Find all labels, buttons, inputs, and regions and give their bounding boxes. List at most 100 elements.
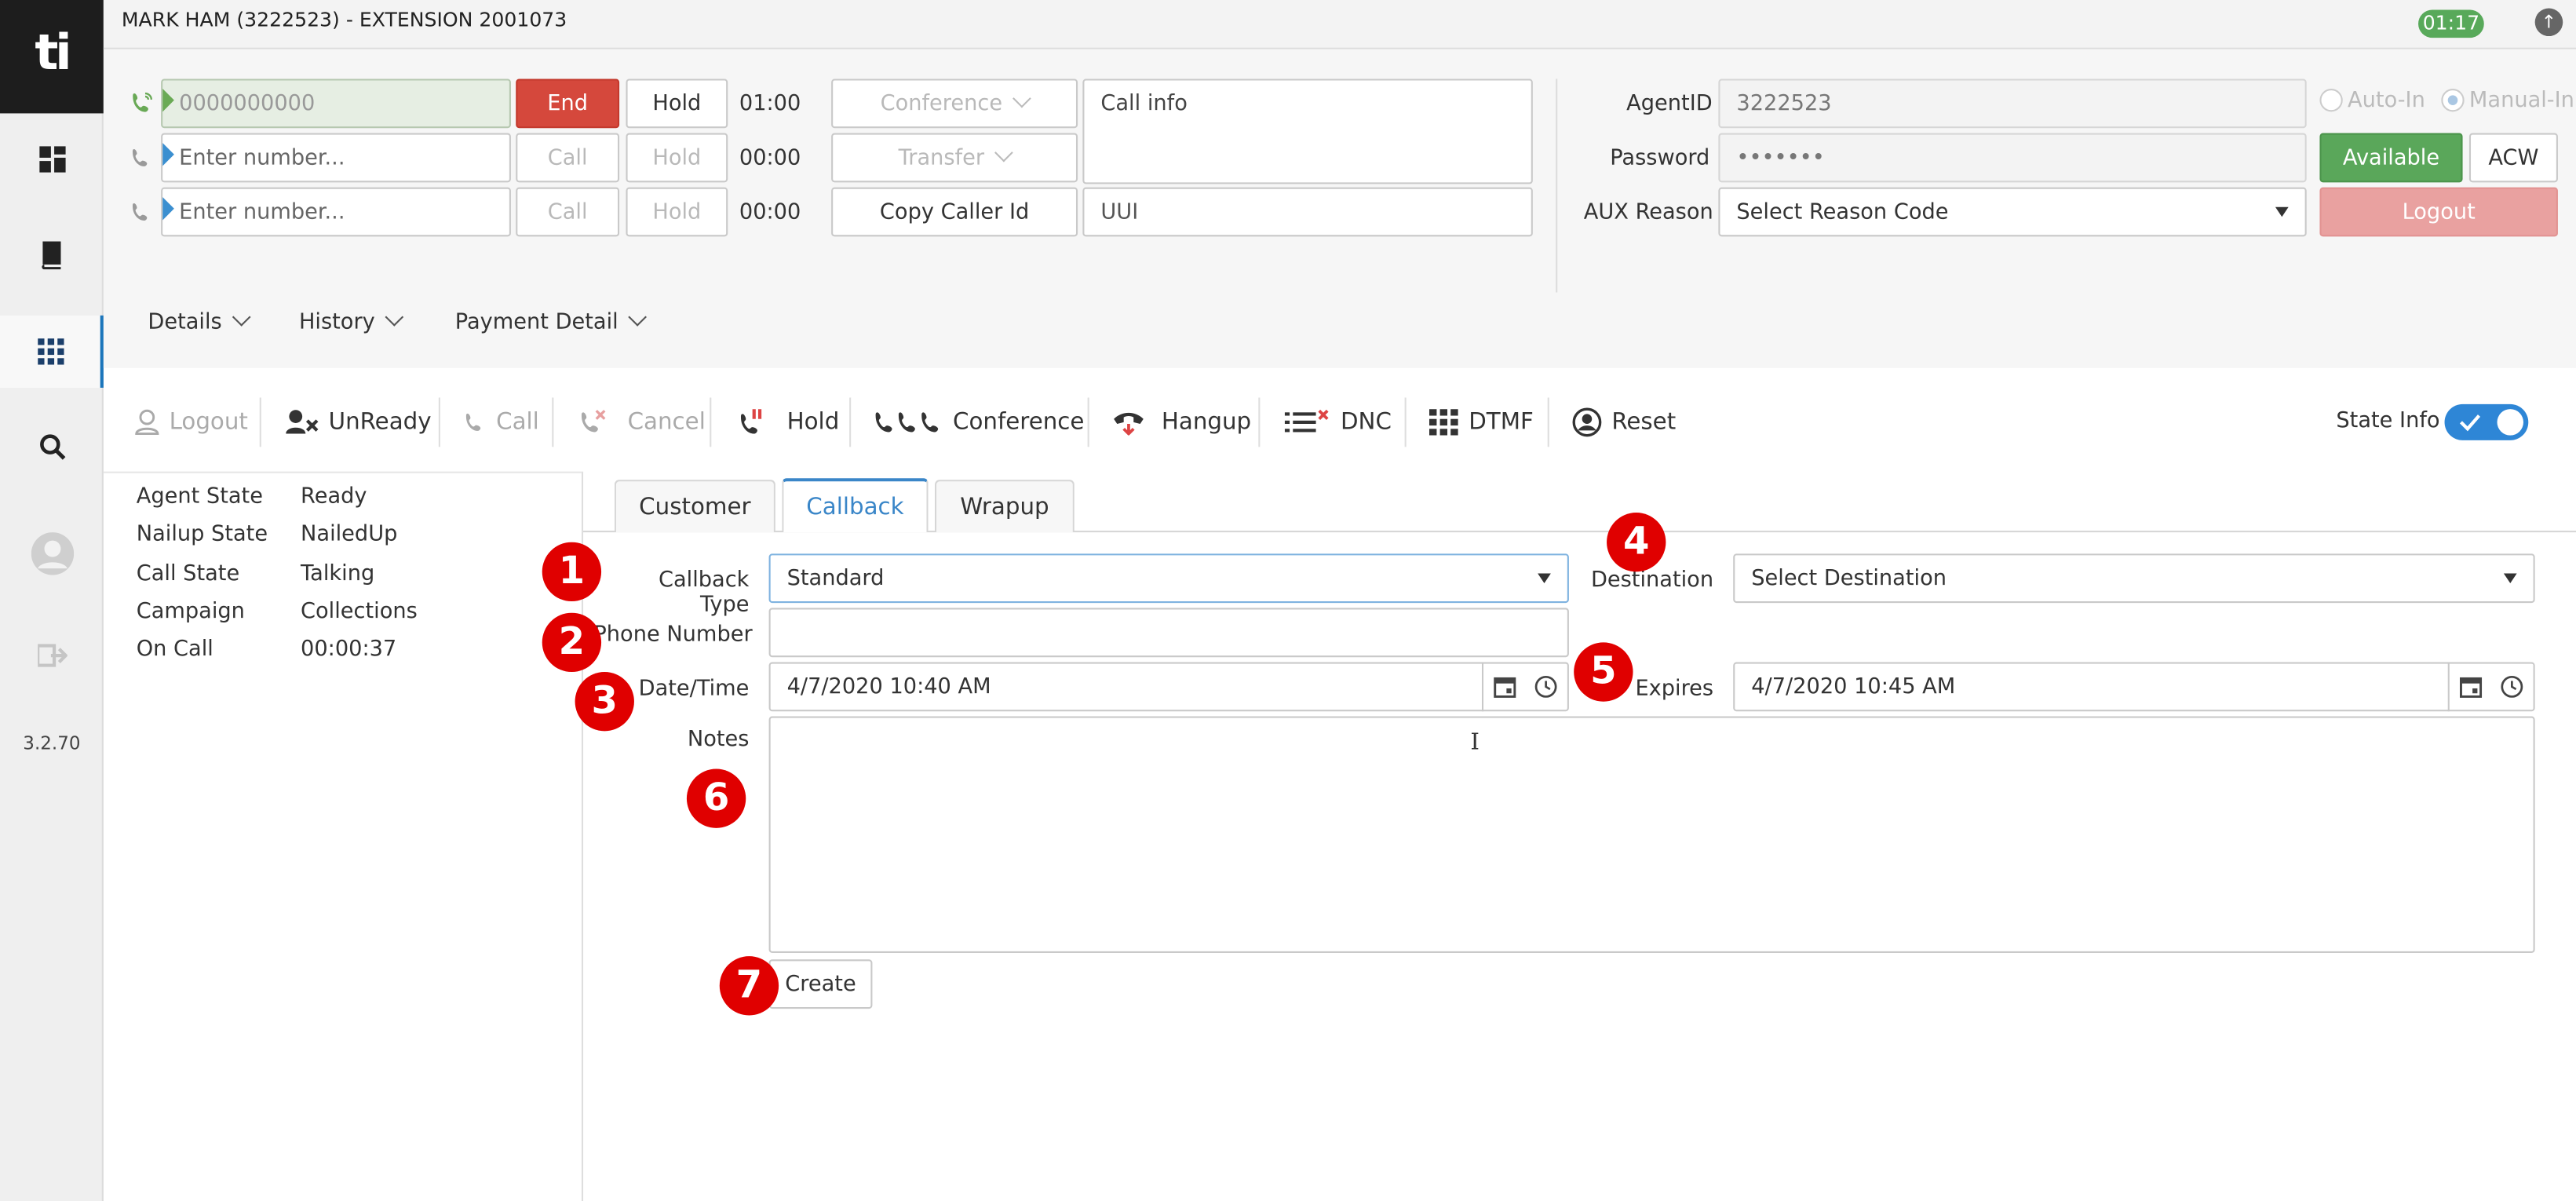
clock-icon[interactable] [2501, 675, 2523, 698]
sidebar-item-exit[interactable] [0, 619, 104, 692]
toolbar-logout-button[interactable]: Logout [135, 386, 248, 458]
callback-type-select[interactable]: Standard [768, 553, 1569, 604]
aux-reason-select[interactable]: Select Reason Code [1718, 187, 2307, 237]
line3-number-input[interactable]: Enter number... [161, 187, 511, 237]
password-field[interactable]: ••••••• [1718, 133, 2307, 183]
state-info-toggle[interactable] [2444, 403, 2529, 440]
line-indicator-icon [162, 143, 174, 166]
arrow-up-icon[interactable]: ↑ [2534, 8, 2563, 37]
uui-placeholder: UUI [1100, 199, 1139, 225]
callout-1: 1 [542, 542, 602, 602]
chevron-down-icon [1013, 89, 1032, 108]
tab-wrapup[interactable]: Wrapup [934, 480, 1075, 533]
caret-down-icon [1538, 573, 1551, 584]
manual-in-radio[interactable] [2441, 89, 2465, 112]
phone-number-label: Phone Number [593, 622, 753, 648]
toolbar-separator [1547, 397, 1549, 447]
tab-customer[interactable]: Customer [614, 480, 775, 533]
tab-callback[interactable]: Callback [782, 478, 929, 533]
phone-icon [130, 200, 152, 230]
hangup-icon [1114, 412, 1144, 436]
line3-call-button[interactable]: Call [516, 187, 620, 237]
apps-grid-icon [37, 338, 64, 365]
toolbar-hold-button[interactable]: Hold [738, 386, 839, 458]
expires-input[interactable]: 4/7/2020 10:45 AM [1733, 662, 2535, 712]
end-call-button[interactable]: End [516, 78, 620, 129]
clock-icon[interactable] [1534, 675, 1557, 698]
toolbar-dnc-button[interactable]: DNC [1284, 386, 1392, 458]
acw-button[interactable]: ACW [2468, 133, 2558, 183]
toolbar-hangup-button[interactable]: Hangup [1112, 386, 1251, 458]
history-menu[interactable]: History [298, 308, 404, 335]
sidebar-item-apps[interactable] [0, 315, 104, 388]
caret-down-icon [2275, 206, 2289, 217]
manual-in-label: Manual-In [2468, 89, 2574, 114]
notes-label: Notes [687, 728, 750, 753]
callout-3: 3 [575, 672, 634, 732]
phone-ringing-icon [130, 90, 154, 122]
toolbar-call-button[interactable]: Call [463, 386, 539, 458]
chevron-down-icon [629, 308, 648, 327]
line2-call-button[interactable]: Call [516, 133, 620, 183]
chevron-down-icon [994, 143, 1014, 162]
line3-placeholder: Enter number... [179, 199, 345, 225]
auto-in-radio[interactable] [2319, 89, 2343, 112]
callout-7: 7 [719, 956, 779, 1016]
calendar-icon[interactable] [1494, 675, 1516, 698]
chevron-down-icon [232, 308, 251, 327]
line2-hold-button[interactable]: Hold [626, 133, 728, 183]
conference-dropdown[interactable]: Conference [831, 78, 1078, 129]
notes-textarea[interactable] [768, 716, 2535, 953]
toolbar-dtmf-button[interactable]: DTMF [1428, 386, 1534, 458]
toolbar-dtmf-label: DTMF [1469, 409, 1534, 436]
phone-icon [130, 146, 152, 176]
line1-timer: 01:00 [739, 92, 801, 117]
create-button[interactable]: Create [768, 959, 873, 1009]
on-call-value: 00:00:37 [301, 637, 397, 663]
copy-caller-id-button[interactable]: Copy Caller Id [831, 187, 1078, 237]
transfer-dropdown[interactable]: Transfer [831, 133, 1078, 183]
agent-logout-button[interactable]: Logout [2319, 187, 2558, 237]
toolbar-conference-button[interactable]: Conference [874, 386, 1084, 458]
sidebar-item-dashboard[interactable] [0, 123, 104, 195]
unready-button[interactable]: UnReady [286, 386, 432, 458]
line-indicator-icon [162, 197, 174, 221]
dashboard-icon [38, 146, 65, 173]
history-menu-label: History [298, 310, 375, 335]
aux-reason-value: Select Reason Code [1736, 199, 1949, 225]
line1-hold-button[interactable]: Hold [626, 78, 728, 129]
details-menu[interactable]: Details [148, 308, 251, 335]
toolbar-separator [438, 397, 440, 447]
agent-id-field[interactable]: 3222523 [1718, 78, 2307, 129]
toolbar-logout-label: Logout [169, 409, 248, 436]
nailup-state-value: NailedUp [301, 522, 398, 547]
uui-field[interactable]: UUI [1082, 187, 1533, 237]
expires-value: 4/7/2020 10:45 AM [1751, 674, 1956, 699]
nailup-state-label: Nailup State [136, 522, 268, 547]
call-info-box[interactable]: Call info [1082, 78, 1533, 184]
sidebar-item-book[interactable] [0, 218, 104, 290]
phone-icon [465, 413, 481, 431]
divider [2447, 662, 2450, 712]
line2-number-input[interactable]: Enter number... [161, 133, 511, 183]
destination-value: Select Destination [1751, 566, 1947, 591]
line-indicator-icon [162, 89, 174, 112]
line2-timer: 00:00 [739, 146, 801, 171]
toolbar-cancel-button[interactable]: Cancel [578, 386, 706, 458]
toolbar-reset-button[interactable]: Reset [1572, 386, 1676, 458]
campaign-label: Campaign [136, 599, 245, 625]
available-button[interactable]: Available [2319, 133, 2463, 183]
toolbar-separator [552, 397, 554, 447]
destination-select[interactable]: Select Destination [1733, 553, 2535, 604]
datetime-input[interactable]: 4/7/2020 10:40 AM [768, 662, 1569, 712]
sidebar-item-profile[interactable] [0, 517, 104, 590]
details-menu-label: Details [148, 310, 222, 335]
line1-placeholder: 0000000000 [179, 91, 316, 116]
line1-number-input[interactable]: 0000000000 [161, 78, 511, 129]
calendar-icon[interactable] [2459, 675, 2483, 698]
phone-number-input[interactable] [768, 608, 1569, 658]
book-icon [41, 241, 60, 270]
sidebar-item-search[interactable] [0, 411, 104, 483]
payment-detail-menu[interactable]: Payment Detail [455, 308, 648, 335]
line3-hold-button[interactable]: Hold [626, 187, 728, 237]
